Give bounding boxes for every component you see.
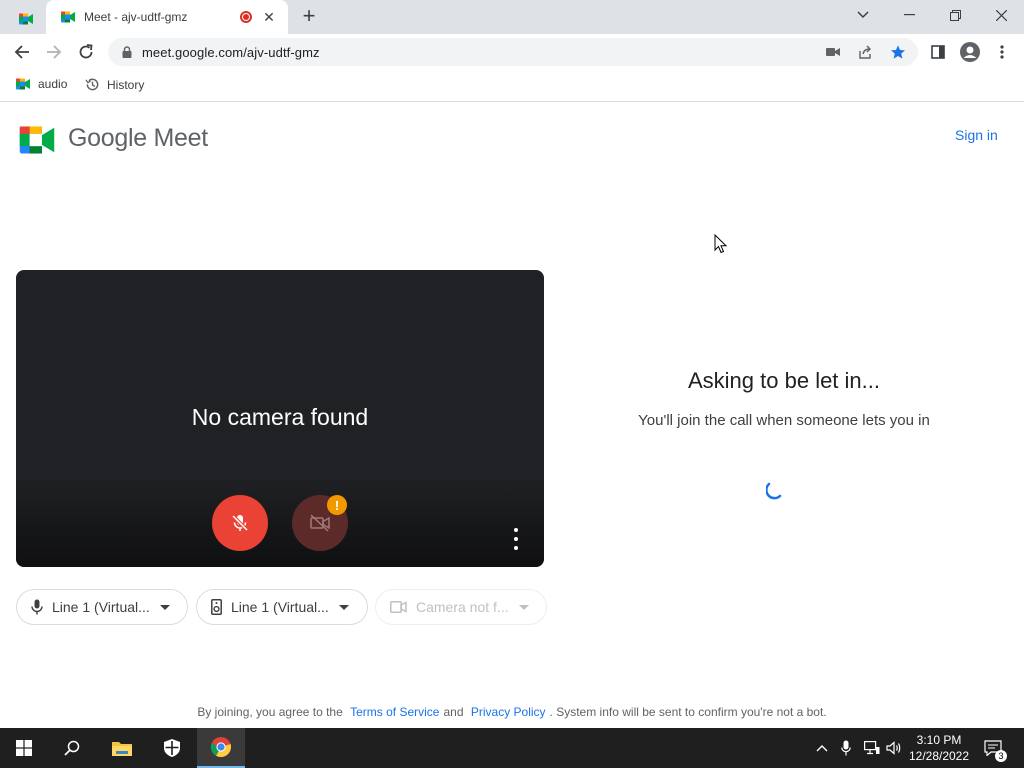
bookmark-star-icon[interactable] bbox=[890, 44, 906, 60]
camera-blocked-icon[interactable] bbox=[826, 46, 840, 58]
lock-icon bbox=[122, 46, 132, 58]
speaker-select[interactable]: Line 1 (Virtual... bbox=[196, 589, 368, 625]
camera-select-label: Camera not f... bbox=[416, 599, 509, 615]
status-subtitle: You'll join the call when someone lets y… bbox=[638, 412, 930, 429]
profile-button[interactable] bbox=[958, 40, 982, 64]
forward-button[interactable] bbox=[42, 40, 66, 64]
network-icon bbox=[864, 741, 880, 755]
notification-count-badge: 3 bbox=[995, 750, 1007, 762]
more-options-button[interactable] bbox=[509, 528, 523, 550]
folder-icon bbox=[112, 742, 132, 756]
bookmark-audio[interactable]: audio bbox=[15, 77, 67, 91]
google-meet-logo-icon bbox=[19, 126, 55, 154]
volume-icon bbox=[886, 741, 901, 755]
status-title: Asking to be let in... bbox=[688, 368, 880, 393]
volume-tray-icon[interactable] bbox=[884, 728, 904, 768]
camera-select[interactable]: Camera not f... bbox=[375, 589, 547, 625]
new-tab-button[interactable]: + bbox=[298, 5, 320, 27]
legal-footer: By joining, you agree to the Terms of Se… bbox=[0, 705, 1024, 719]
security-app-button[interactable] bbox=[148, 728, 196, 768]
bookmark-history[interactable]: History bbox=[85, 77, 144, 92]
mouse-cursor-icon bbox=[714, 234, 728, 254]
search-icon bbox=[64, 740, 80, 756]
dropdown-caret-icon bbox=[159, 604, 170, 610]
shield-icon bbox=[164, 739, 180, 757]
brand-title: Google Meet bbox=[68, 124, 208, 152]
browser-tab-bar: Meet - ajv-udtf-gmz ✕ + bbox=[0, 0, 1024, 34]
side-panel-icon bbox=[931, 45, 945, 59]
windows-taskbar: 3:10 PM 12/28/2022 bbox=[0, 728, 1024, 768]
close-window-button[interactable] bbox=[978, 0, 1024, 30]
file-explorer-button[interactable] bbox=[98, 728, 146, 768]
microphone-select[interactable]: Line 1 (Virtual... bbox=[16, 589, 188, 625]
mic-off-icon bbox=[231, 514, 249, 532]
bookmark-label: History bbox=[107, 77, 145, 92]
bookmarks-bar: audio History bbox=[0, 70, 1024, 102]
clock-date: 12/28/2022 bbox=[908, 749, 970, 763]
show-hidden-icons-button[interactable] bbox=[812, 728, 832, 768]
microphone-icon bbox=[31, 599, 43, 615]
share-icon[interactable] bbox=[858, 45, 873, 59]
dropdown-caret-icon bbox=[518, 604, 529, 610]
bookmark-label: audio bbox=[38, 77, 68, 91]
camera-preview: No camera found ! bbox=[16, 270, 544, 567]
footer-prefix: By joining, you agree to the bbox=[197, 705, 343, 719]
microphone-select-label: Line 1 (Virtual... bbox=[52, 599, 150, 615]
footer-and: and bbox=[443, 705, 464, 719]
arrow-left-icon bbox=[14, 45, 29, 59]
more-vert-icon bbox=[1000, 45, 1004, 59]
meet-favicon-icon bbox=[61, 11, 75, 23]
start-button[interactable] bbox=[0, 728, 48, 768]
speaker-icon bbox=[211, 599, 222, 615]
action-center-button[interactable] bbox=[982, 728, 1004, 768]
speaker-select-label: Line 1 (Virtual... bbox=[231, 599, 329, 615]
terms-of-service-link[interactable]: Terms of Service bbox=[350, 705, 439, 719]
microphone-tray-icon[interactable] bbox=[838, 728, 854, 768]
browser-toolbar: meet.google.com/ajv-udtf-gmz bbox=[0, 34, 1024, 70]
meet-favicon-icon bbox=[19, 13, 33, 25]
windows-logo-icon bbox=[16, 740, 32, 756]
history-icon bbox=[85, 78, 99, 91]
meet-favicon-icon bbox=[16, 78, 30, 90]
reload-icon bbox=[79, 44, 93, 59]
browser-menu-button[interactable] bbox=[990, 40, 1014, 64]
side-panel-button[interactable] bbox=[926, 40, 950, 64]
chrome-taskbar-button[interactable] bbox=[197, 728, 245, 768]
tab-title: Meet - ajv-udtf-gmz bbox=[84, 10, 188, 24]
tab-meet[interactable]: Meet - ajv-udtf-gmz ✕ bbox=[46, 0, 288, 34]
network-tray-icon[interactable] bbox=[862, 728, 882, 768]
no-camera-message: No camera found bbox=[191, 404, 369, 430]
sign-in-link[interactable]: Sign in bbox=[955, 127, 998, 143]
camera-icon bbox=[390, 601, 407, 613]
footer-suffix: . System info will be sent to confirm yo… bbox=[549, 705, 827, 719]
privacy-policy-link[interactable]: Privacy Policy bbox=[471, 705, 546, 719]
chrome-icon bbox=[210, 737, 231, 758]
pinned-tab-meet[interactable] bbox=[8, 6, 44, 32]
restore-button[interactable] bbox=[932, 0, 978, 30]
reload-button[interactable] bbox=[74, 40, 98, 64]
clock-time: 3:10 PM bbox=[916, 733, 962, 747]
chevron-up-icon bbox=[816, 745, 828, 752]
recording-indicator-icon bbox=[240, 11, 252, 23]
tab-search-icon[interactable] bbox=[840, 0, 886, 30]
dropdown-caret-icon bbox=[338, 604, 349, 610]
microphone-icon bbox=[841, 740, 851, 756]
mic-toggle-button[interactable] bbox=[212, 495, 268, 551]
minimize-button[interactable] bbox=[886, 0, 932, 30]
profile-avatar-icon bbox=[960, 42, 980, 62]
arrow-right-icon bbox=[47, 45, 62, 59]
close-tab-icon[interactable]: ✕ bbox=[262, 9, 276, 26]
camera-warning-badge: ! bbox=[327, 495, 347, 515]
back-button[interactable] bbox=[10, 40, 34, 64]
url-text: meet.google.com/ajv-udtf-gmz bbox=[142, 45, 320, 60]
search-button[interactable] bbox=[48, 728, 96, 768]
preview-gradient bbox=[16, 477, 544, 567]
address-bar[interactable]: meet.google.com/ajv-udtf-gmz bbox=[108, 38, 918, 66]
taskbar-clock[interactable]: 3:10 PM 12/28/2022 bbox=[906, 732, 972, 764]
loading-spinner-icon bbox=[766, 482, 782, 500]
camera-off-icon bbox=[310, 514, 330, 532]
